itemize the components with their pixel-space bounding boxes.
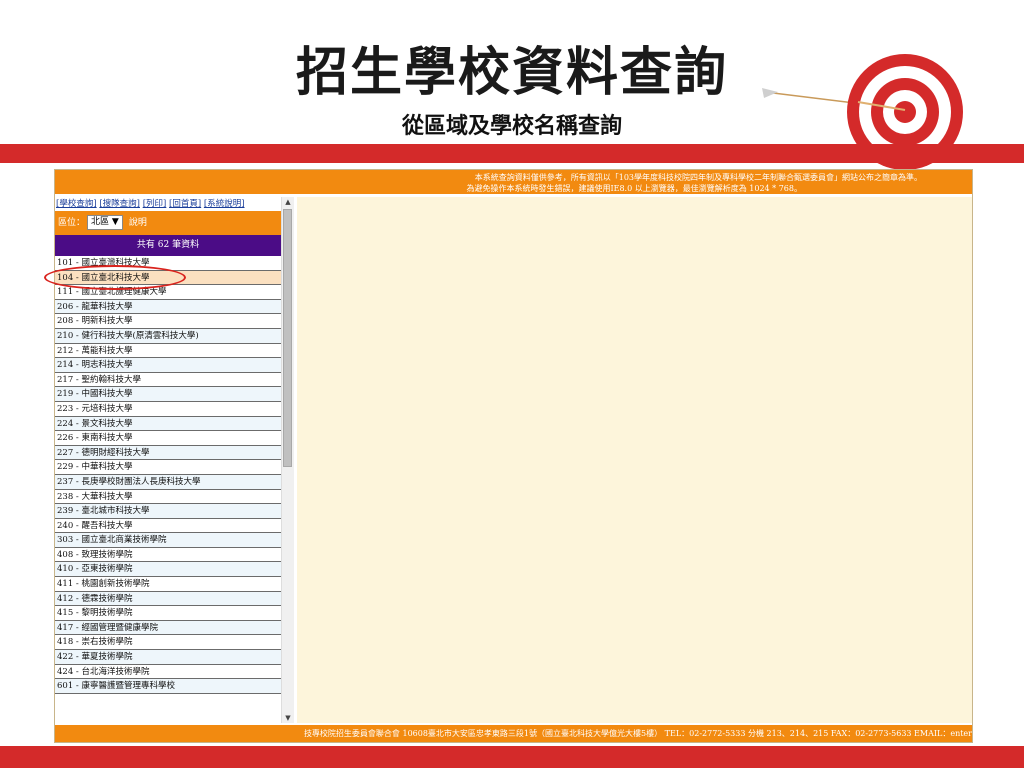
school-list-item[interactable]: 206 - 龍華科技大學 [55, 299, 281, 315]
school-list-panel: [學校查詢] [搜隊查詢] [列印] [回首頁] [系統說明] 區位： 北區 ▼ 說… [55, 197, 281, 723]
school-list-item[interactable]: 212 - 萬能科技大學 [55, 343, 281, 359]
school-list-item[interactable]: 422 - 華夏技術學院 [55, 650, 281, 665]
school-list: 101 - 國立臺灣科技大學 104 - 國立臺北科技大學 111 - 國立臺北護理… [55, 256, 281, 694]
school-list-item[interactable]: 303 - 國立臺北商業技術學院 [55, 533, 281, 548]
school-list-item[interactable]: 208 - 明新科技大學 [55, 314, 281, 329]
region-select[interactable]: 北區 ▼ [87, 215, 123, 230]
school-list-item[interactable]: 411 - 桃園創新技術學院 [55, 577, 281, 592]
school-list-item[interactable]: 223 - 元培科技大學 [55, 401, 281, 417]
nav-link-team-query[interactable]: [搜隊查詢] [99, 199, 140, 209]
detail-content-area [297, 197, 972, 723]
scroll-down-icon[interactable]: ▼ [282, 713, 294, 723]
region-bar: 區位： 北區 ▼ 說明 [55, 211, 281, 235]
top-red-band [0, 144, 1024, 163]
school-list-item[interactable]: 424 - 台北海洋技術學院 [55, 664, 281, 680]
school-list-item[interactable]: 412 - 德霖技術學院 [55, 591, 281, 607]
school-list-item[interactable]: 210 - 健行科技大學(原清雲科技大學) [55, 328, 281, 344]
school-list-item[interactable]: 227 - 德明財經科技大學 [55, 445, 281, 461]
notice-banner: 本系統查詢資料僅供參考，所有資訊以「103學年度科技校院四年制及專科學校二年制聯… [55, 170, 972, 194]
bottom-red-band [0, 746, 1024, 768]
region-selected-value: 北區 [91, 217, 110, 227]
school-list-item[interactable]: 415 - 黎明技術學院 [55, 606, 281, 621]
school-list-item[interactable]: 214 - 明志科技大學 [55, 358, 281, 373]
school-list-item[interactable]: 111 - 國立臺北護理健康大學 [55, 285, 281, 300]
school-list-item[interactable]: 601 - 康寧醫護暨管理專科學校 [55, 679, 281, 694]
school-list-item[interactable]: 239 - 臺北城市科技大學 [55, 504, 281, 519]
school-list-item[interactable]: 408 - 致理技術學院 [55, 547, 281, 563]
school-list-item[interactable]: 224 - 景文科技大學 [55, 416, 281, 432]
nav-link-school-query[interactable]: [學校查詢] [56, 199, 97, 209]
nav-link-home[interactable]: [回首頁] [169, 199, 201, 209]
nav-link-print[interactable]: [列印] [143, 199, 167, 209]
region-label: 區位： [58, 218, 86, 228]
school-list-item[interactable]: 418 - 崇右技術學院 [55, 635, 281, 651]
school-list-item[interactable]: 226 - 東南科技大學 [55, 431, 281, 446]
school-list-item[interactable]: 238 - 大華科技大學 [55, 489, 281, 505]
notice-line-2: 為避免操作本系統時發生錯誤，建議使用IE8.0 以上瀏覽器，最佳瀏覽解析度為 1… [466, 184, 802, 193]
school-list-item[interactable]: 101 - 國立臺灣科技大學 [55, 256, 281, 271]
notice-line-1: 本系統查詢資料僅供參考，所有資訊以「103學年度科技校院四年制及專科學校二年制聯… [474, 173, 922, 182]
scroll-thumb[interactable] [283, 209, 292, 467]
scroll-up-icon[interactable]: ▲ [282, 197, 294, 207]
school-list-item[interactable]: 217 - 聖約翰科技大學 [55, 372, 281, 388]
result-count: 共有 62 筆資料 [55, 235, 281, 256]
nav-link-system-help[interactable]: [系統說明] [204, 199, 245, 209]
school-list-item[interactable]: 417 - 經國管理暨健康學院 [55, 620, 281, 636]
footer-contact: 技專校院招生委員會聯合會 10608臺北市大安區忠孝東路三段1號（國立臺北科技大… [55, 725, 972, 742]
region-help-link[interactable]: 說明 [129, 218, 147, 228]
school-list-item[interactable]: 229 - 中華科技大學 [55, 460, 281, 475]
school-list-item[interactable]: 219 - 中國科技大學 [55, 387, 281, 402]
school-list-item[interactable]: 104 - 國立臺北科技大學 [55, 270, 281, 286]
chevron-down-icon: ▼ [111, 217, 119, 227]
scrollbar[interactable]: ▲ ▼ [281, 197, 294, 723]
school-list-item[interactable]: 237 - 長庚學校財團法人長庚科技大學 [55, 474, 281, 490]
browser-frame: 本系統查詢資料僅供參考，所有資訊以「103學年度科技校院四年制及專科學校二年制聯… [54, 169, 973, 743]
nav-links: [學校查詢] [搜隊查詢] [列印] [回首頁] [系統說明] [55, 197, 281, 211]
school-list-item[interactable]: 240 - 醒吾科技大學 [55, 518, 281, 534]
school-list-item[interactable]: 410 - 亞東技術學院 [55, 562, 281, 578]
